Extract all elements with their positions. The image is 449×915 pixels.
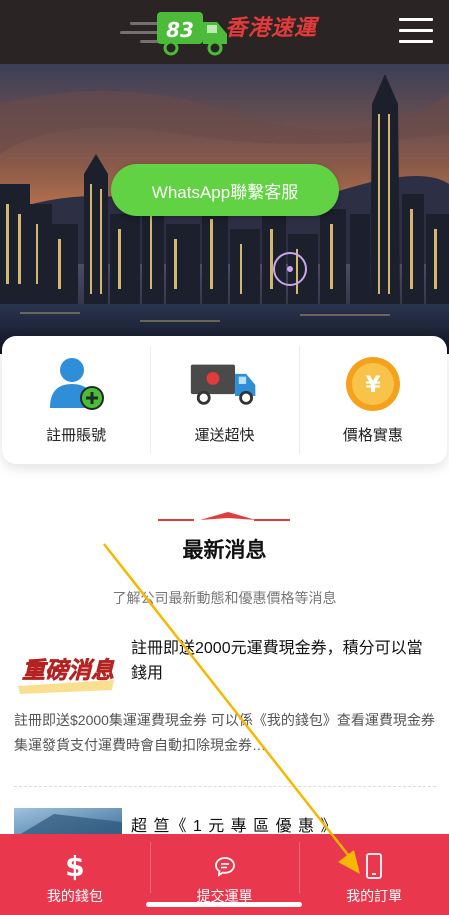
home-indicator [146, 902, 302, 907]
news-thumb-text: 重磅消息 [22, 657, 115, 684]
hero-banner: WhatsApp聯繫客服 [0, 64, 449, 354]
news-item-desc: 註冊即送$2000集運運費現金券 可以係《我的錢包》查看運費現金券 集運發貨支付… [14, 712, 435, 753]
feature-good-price[interactable]: ¥ 價格實惠 [298, 336, 447, 464]
nav-my-orders-label: 我的訂單 [346, 888, 403, 904]
logo-truck-icon: 83 [157, 12, 227, 56]
delivery-truck-icon [189, 354, 259, 414]
nav-my-wallet[interactable]: $ 我的錢包 [0, 834, 150, 915]
section-arrow-decoration [158, 512, 290, 521]
logo-number: 83 [166, 18, 194, 42]
feature-good-price-label: 價格實惠 [342, 427, 403, 444]
chat-bubble-icon [214, 852, 236, 880]
news-divider [14, 786, 436, 787]
hamburger-menu-icon[interactable] [399, 18, 433, 46]
dollar-icon: $ [65, 849, 85, 883]
news-item-title: 註冊即送2000元運費現金券，積分可以當錢用 [131, 640, 423, 682]
user-add-icon [41, 354, 111, 414]
logo-text: 香港速運 [225, 16, 318, 41]
company-logo[interactable]: 83 香港速運 [155, 6, 395, 58]
news-section-title: 最新消息 [182, 539, 267, 562]
nav-my-wallet-label: 我的錢包 [46, 888, 103, 904]
nav-my-orders[interactable]: 我的訂單 [299, 834, 449, 915]
news-item[interactable]: 重磅消息 註冊即送2000元運費現金券，積分可以當錢用 [14, 636, 434, 696]
features-card: 註冊賬號 運送超快 ¥ 價格實惠 [2, 336, 447, 464]
feature-register[interactable]: 註冊賬號 [2, 336, 150, 464]
app-header: 83 香港速運 [0, 0, 449, 64]
phone-icon [365, 852, 383, 880]
news-thumbnail: 重磅消息 [14, 640, 122, 696]
whatsapp-contact-button[interactable]: WhatsApp聯繫客服 [111, 164, 339, 216]
feature-fast-delivery-label: 運送超快 [194, 427, 255, 444]
feature-register-label: 註冊賬號 [46, 427, 107, 444]
feature-fast-delivery[interactable]: 運送超快 [150, 336, 298, 464]
svg-text:¥: ¥ [365, 373, 381, 398]
yen-coin-icon: ¥ [338, 354, 408, 414]
news-section-subtitle: 了解公司最新動態和優惠價格等消息 [112, 590, 337, 606]
